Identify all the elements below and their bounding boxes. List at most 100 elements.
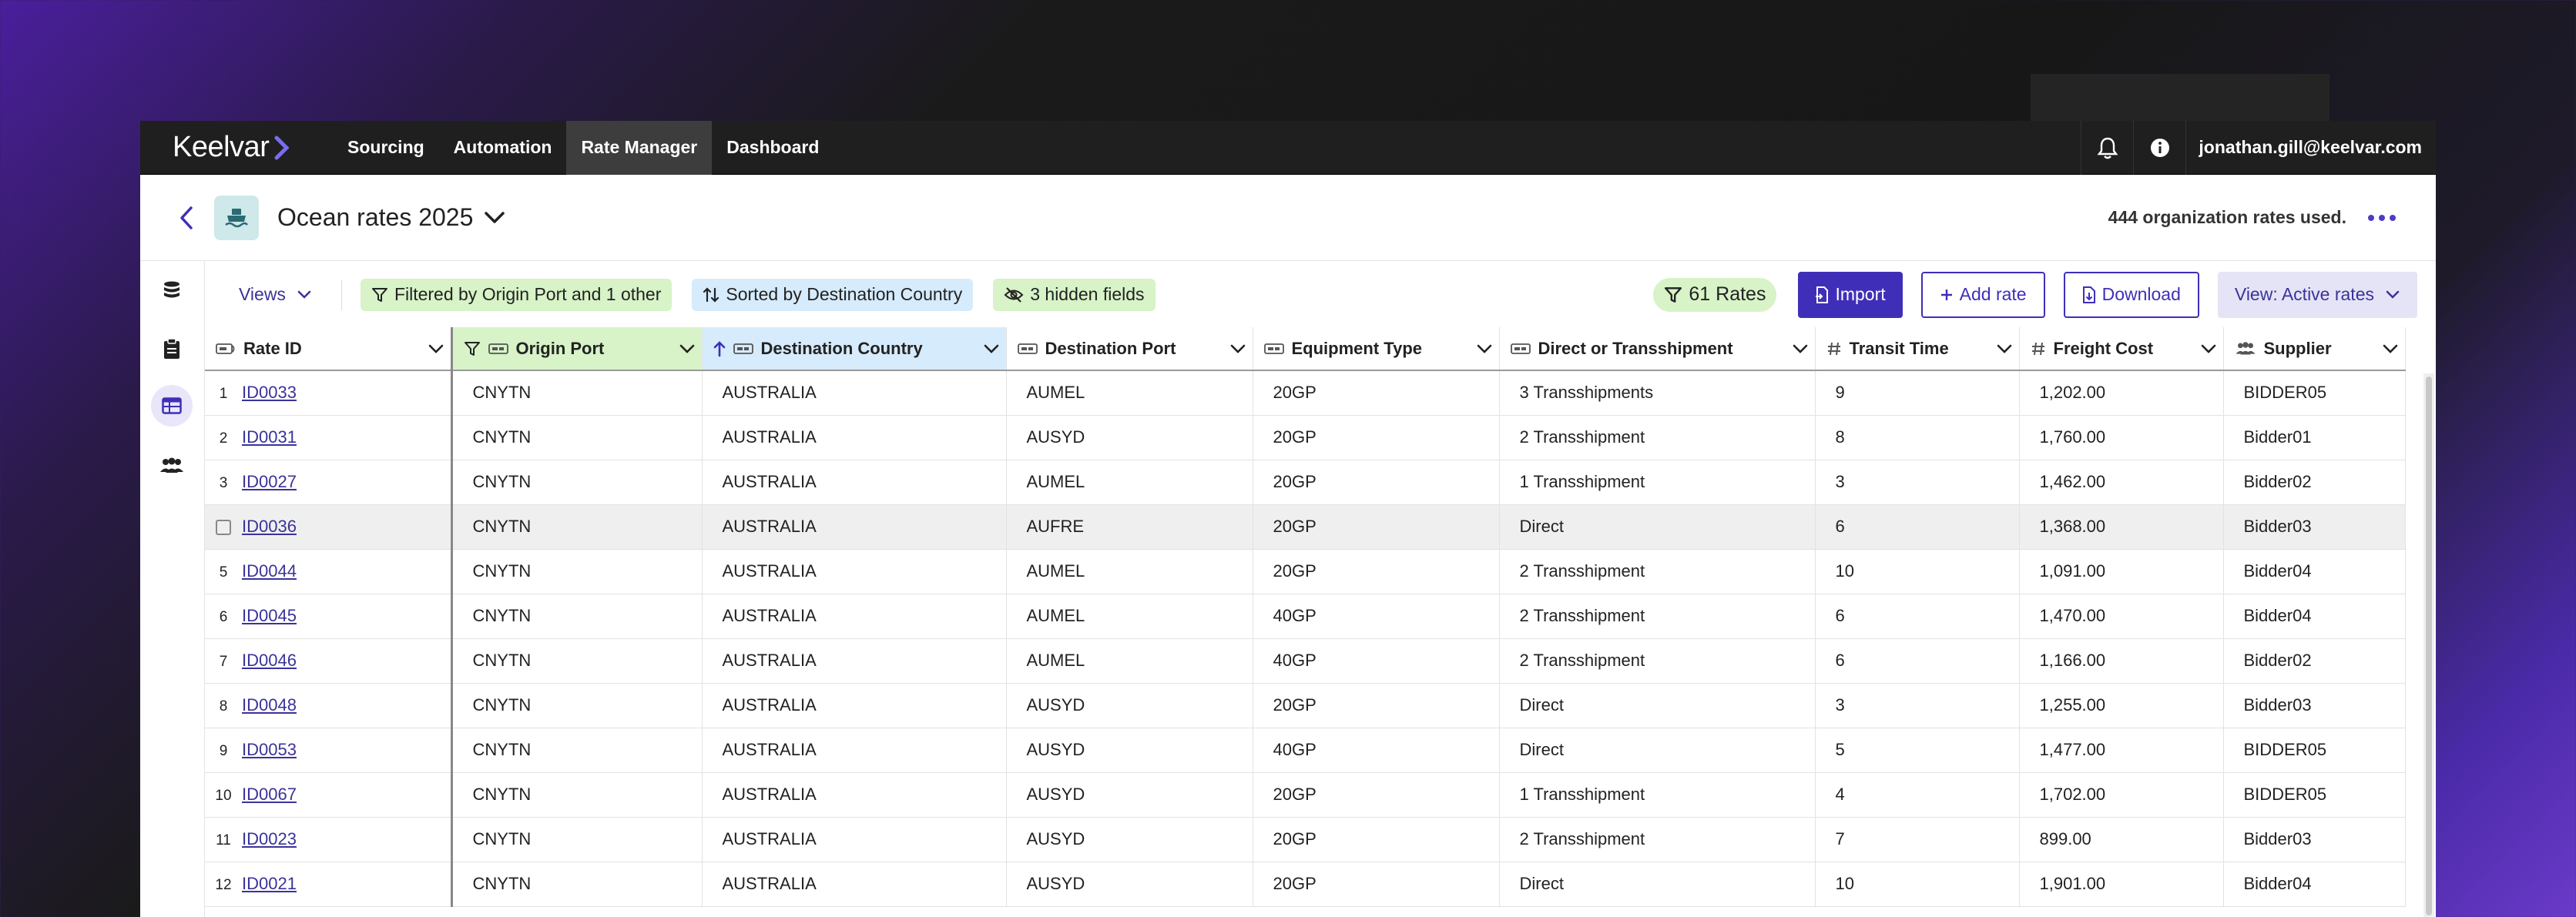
column-menu-chevron-icon[interactable] bbox=[679, 343, 696, 354]
equipment-type-cell[interactable]: 20GP bbox=[1253, 817, 1500, 862]
scrollbar-thumb[interactable] bbox=[2426, 377, 2432, 915]
freight-cost-cell[interactable]: 1,462.00 bbox=[2019, 460, 2224, 505]
destination-port-cell[interactable]: AUSYD bbox=[1006, 772, 1253, 818]
hidden-fields-chip[interactable]: 3 hidden fields bbox=[993, 278, 1156, 311]
supplier-cell[interactable]: Bidder03 bbox=[2223, 817, 2406, 862]
column-menu-chevron-icon[interactable] bbox=[983, 343, 1000, 354]
origin-port-cell[interactable]: CNYTN bbox=[451, 504, 703, 550]
rate-id-link[interactable]: ID0045 bbox=[242, 606, 297, 625]
user-menu[interactable]: jonathan.gill@keelvar.com bbox=[2185, 121, 2436, 175]
route-type-cell[interactable]: Direct bbox=[1499, 504, 1816, 550]
transit-time-cell[interactable]: 7 bbox=[1815, 817, 2020, 862]
transit-time-cell[interactable]: 10 bbox=[1815, 549, 2020, 594]
origin-port-cell[interactable]: CNYTN bbox=[451, 862, 703, 907]
column-menu-chevron-icon[interactable] bbox=[2382, 343, 2399, 354]
freight-cost-cell[interactable]: 1,702.00 bbox=[2019, 772, 2224, 818]
column-header-equipment-type[interactable]: Equipment Type bbox=[1253, 327, 1500, 371]
supplier-cell[interactable]: Bidder03 bbox=[2223, 504, 2406, 550]
route-type-cell[interactable]: 2 Transshipment bbox=[1499, 415, 1816, 460]
sort-chip[interactable]: Sorted by Destination Country bbox=[692, 278, 974, 311]
supplier-cell[interactable]: Bidder04 bbox=[2223, 862, 2406, 907]
column-header-freight-cost[interactable]: Freight Cost bbox=[2019, 327, 2224, 371]
origin-port-cell[interactable]: CNYTN bbox=[451, 638, 703, 684]
rate-id-link[interactable]: ID0044 bbox=[242, 561, 297, 581]
keelvar-logo[interactable]: Keelvar bbox=[140, 131, 333, 164]
freight-cost-cell[interactable]: 1,166.00 bbox=[2019, 638, 2224, 684]
supplier-cell[interactable]: BIDDER05 bbox=[2223, 370, 2406, 416]
destination-country-cell[interactable]: AUSTRALIA bbox=[702, 728, 1007, 773]
equipment-type-cell[interactable]: 20GP bbox=[1253, 772, 1500, 818]
table-row[interactable]: 10 ID0067 CNYTN AUSTRALIA AUSYD 20GP 1 Transsh… bbox=[205, 772, 2406, 818]
nav-dashboard[interactable]: Dashboard bbox=[712, 121, 834, 175]
table-row[interactable]: 11 ID0023 CNYTN AUSTRALIA AUSYD 20GP 2 Transsh… bbox=[205, 817, 2406, 862]
info-button[interactable] bbox=[2133, 121, 2185, 175]
destination-port-cell[interactable]: AUSYD bbox=[1006, 683, 1253, 728]
freight-cost-cell[interactable]: 1,091.00 bbox=[2019, 549, 2224, 594]
column-menu-chevron-icon[interactable] bbox=[1229, 343, 1246, 354]
destination-port-cell[interactable]: AUFRE bbox=[1006, 504, 1253, 550]
table-row[interactable]: 12 ID0021 CNYTN AUSTRALIA AUSYD 20GP Direct 10 1… bbox=[205, 862, 2406, 907]
column-menu-chevron-icon[interactable] bbox=[1476, 343, 1493, 354]
supplier-cell[interactable]: Bidder04 bbox=[2223, 594, 2406, 639]
nav-automation[interactable]: Automation bbox=[439, 121, 567, 175]
rail-clipboard-button[interactable] bbox=[151, 328, 193, 370]
route-type-cell[interactable]: 1 Transshipment bbox=[1499, 772, 1816, 818]
rail-suppliers-button[interactable] bbox=[151, 445, 193, 487]
freight-cost-cell[interactable]: 1,202.00 bbox=[2019, 370, 2224, 416]
origin-port-cell[interactable]: CNYTN bbox=[451, 415, 703, 460]
supplier-cell[interactable]: Bidder02 bbox=[2223, 460, 2406, 505]
back-button[interactable] bbox=[173, 204, 200, 232]
table-row[interactable]: 8 ID0048 CNYTN AUSTRALIA AUSYD 20GP Direct 3 1,2… bbox=[205, 683, 2406, 728]
views-button[interactable]: Views bbox=[236, 278, 315, 311]
equipment-type-cell[interactable]: 20GP bbox=[1253, 683, 1500, 728]
origin-port-cell[interactable]: CNYTN bbox=[451, 594, 703, 639]
column-header-destination-country[interactable]: Destination Country bbox=[702, 327, 1007, 371]
column-menu-chevron-icon[interactable] bbox=[1996, 343, 2013, 354]
column-header-transit-time[interactable]: Transit Time bbox=[1815, 327, 2020, 371]
rail-table-button[interactable] bbox=[151, 385, 193, 427]
rate-id-link[interactable]: ID0046 bbox=[242, 651, 297, 670]
equipment-type-cell[interactable]: 20GP bbox=[1253, 504, 1500, 550]
origin-port-cell[interactable]: CNYTN bbox=[451, 460, 703, 505]
origin-port-cell[interactable]: CNYTN bbox=[451, 683, 703, 728]
transit-time-cell[interactable]: 3 bbox=[1815, 460, 2020, 505]
rate-id-link[interactable]: ID0053 bbox=[242, 740, 297, 759]
freight-cost-cell[interactable]: 1,477.00 bbox=[2019, 728, 2224, 773]
equipment-type-cell[interactable]: 20GP bbox=[1253, 415, 1500, 460]
destination-country-cell[interactable]: AUSTRALIA bbox=[702, 594, 1007, 639]
equipment-type-cell[interactable]: 40GP bbox=[1253, 728, 1500, 773]
table-row[interactable]: 9 ID0053 CNYTN AUSTRALIA AUSYD 40GP Direct 5 1,4… bbox=[205, 728, 2406, 773]
more-options-button[interactable] bbox=[2368, 214, 2402, 221]
table-row[interactable]: 1 ID0033 CNYTN AUSTRALIA AUMEL 20GP 3 Transshi… bbox=[205, 370, 2406, 416]
row-select-checkbox[interactable] bbox=[216, 520, 231, 536]
origin-port-cell[interactable]: CNYTN bbox=[451, 370, 703, 416]
column-header-origin-port[interactable]: Origin Port bbox=[451, 327, 703, 371]
freight-cost-cell[interactable]: 1,470.00 bbox=[2019, 594, 2224, 639]
rate-id-link[interactable]: ID0067 bbox=[242, 785, 297, 804]
destination-country-cell[interactable]: AUSTRALIA bbox=[702, 370, 1007, 416]
freight-cost-cell[interactable]: 899.00 bbox=[2019, 817, 2224, 862]
table-row[interactable]: 3 ID0027 CNYTN AUSTRALIA AUMEL 20GP 1 Transshi… bbox=[205, 460, 2406, 505]
equipment-type-cell[interactable]: 40GP bbox=[1253, 638, 1500, 684]
freight-cost-cell[interactable]: 1,255.00 bbox=[2019, 683, 2224, 728]
origin-port-cell[interactable]: CNYTN bbox=[451, 549, 703, 594]
freight-cost-cell[interactable]: 1,901.00 bbox=[2019, 862, 2224, 907]
table-row[interactable]: 2 ID0031 CNYTN AUSTRALIA AUSYD 20GP 2 Transshi… bbox=[205, 415, 2406, 460]
route-type-cell[interactable]: 2 Transshipment bbox=[1499, 817, 1816, 862]
destination-country-cell[interactable]: AUSTRALIA bbox=[702, 772, 1007, 818]
rate-id-link[interactable]: ID0031 bbox=[242, 427, 297, 447]
freight-cost-cell[interactable]: 1,368.00 bbox=[2019, 504, 2224, 550]
equipment-type-cell[interactable]: 20GP bbox=[1253, 370, 1500, 416]
table-row[interactable]: 5 ID0044 CNYTN AUSTRALIA AUMEL 20GP 2 Transshi… bbox=[205, 549, 2406, 594]
destination-country-cell[interactable]: AUSTRALIA bbox=[702, 817, 1007, 862]
transit-time-cell[interactable]: 3 bbox=[1815, 683, 2020, 728]
destination-port-cell[interactable]: AUSYD bbox=[1006, 862, 1253, 907]
supplier-cell[interactable]: Bidder01 bbox=[2223, 415, 2406, 460]
route-type-cell[interactable]: 2 Transshipment bbox=[1499, 549, 1816, 594]
notifications-button[interactable] bbox=[2081, 121, 2133, 175]
transit-time-cell[interactable]: 9 bbox=[1815, 370, 2020, 416]
destination-country-cell[interactable]: AUSTRALIA bbox=[702, 638, 1007, 684]
rate-id-link[interactable]: ID0023 bbox=[242, 829, 297, 848]
route-type-cell[interactable]: 2 Transshipment bbox=[1499, 594, 1816, 639]
table-row[interactable]: 6 ID0045 CNYTN AUSTRALIA AUMEL 40GP 2 Transshi… bbox=[205, 594, 2406, 639]
